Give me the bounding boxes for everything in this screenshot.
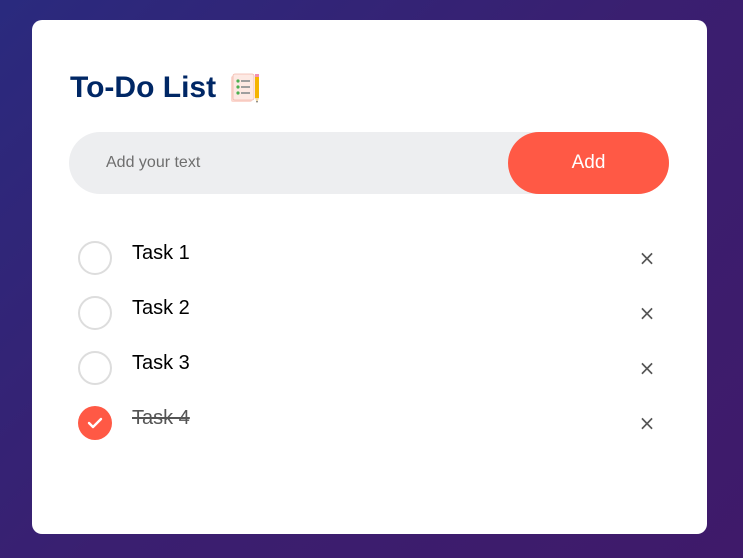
add-button[interactable]: Add xyxy=(508,132,669,194)
task-item[interactable]: Task 4 × xyxy=(78,403,663,458)
close-icon[interactable]: × xyxy=(635,411,659,435)
unchecked-circle-icon[interactable] xyxy=(78,241,112,275)
checked-circle-icon[interactable] xyxy=(78,406,112,440)
close-icon[interactable]: × xyxy=(635,301,659,325)
task-label: Task 4 xyxy=(132,407,190,429)
close-icon[interactable]: × xyxy=(635,356,659,380)
task-label: Task 2 xyxy=(132,297,190,319)
task-label: Task 3 xyxy=(132,352,190,374)
task-item[interactable]: Task 1 × xyxy=(78,238,663,293)
page-title: To-Do List xyxy=(70,71,217,104)
task-item[interactable]: Task 2 × xyxy=(78,293,663,348)
header: To-Do List xyxy=(70,70,262,106)
add-task-bar: Add xyxy=(69,132,669,194)
todo-card: To-Do List Add Task 1 xyxy=(32,20,707,534)
unchecked-circle-icon[interactable] xyxy=(78,351,112,385)
unchecked-circle-icon[interactable] xyxy=(78,296,112,330)
task-input[interactable] xyxy=(69,132,509,194)
task-list: Task 1 × Task 2 × Task 3 × Task 4 × xyxy=(78,238,663,458)
task-item[interactable]: Task 3 × xyxy=(78,348,663,403)
task-label: Task 1 xyxy=(132,242,190,264)
close-icon[interactable]: × xyxy=(635,246,659,270)
notepad-pencil-icon xyxy=(228,71,262,105)
